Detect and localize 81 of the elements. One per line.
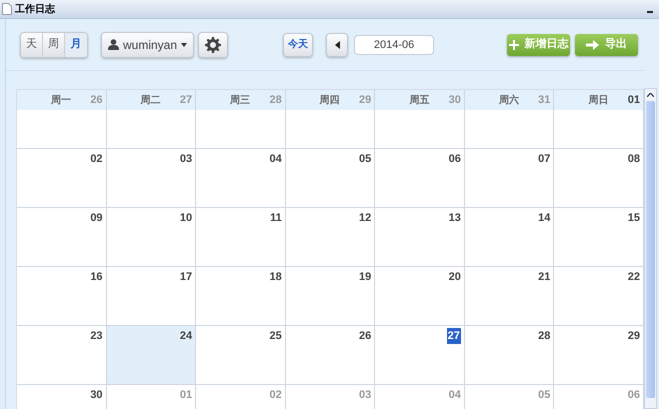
day-number: 12 — [359, 210, 372, 226]
weekday-label: 周六 — [498, 93, 519, 108]
day-cell[interactable]: 05 — [286, 149, 376, 207]
scrollbar-thumb[interactable] — [646, 101, 655, 398]
day-number: 15 — [628, 210, 640, 226]
day-number: 26 — [90, 92, 103, 108]
day-number: 01 — [628, 92, 640, 108]
settings-button[interactable] — [198, 32, 228, 58]
day-cell[interactable]: 周四 29 — [286, 90, 376, 148]
day-cell[interactable]: 12 — [286, 208, 376, 266]
weekday-label: 周日 — [588, 94, 608, 108]
day-number: 04 — [448, 388, 461, 403]
day-number: 27 — [180, 92, 192, 108]
day-cell[interactable]: 10 — [106, 208, 196, 266]
day-cell[interactable]: 26 — [286, 326, 376, 384]
day-cell[interactable]: 19 — [286, 267, 376, 325]
view-tab[interactable]: 月 — [65, 32, 87, 56]
day-number: 14 — [538, 210, 550, 226]
window-title: 工作日志 — [15, 2, 55, 16]
day-number: 29 — [359, 92, 372, 108]
day-number: 22 — [628, 270, 640, 285]
day-number: 08 — [628, 152, 640, 167]
day-number: 31 — [538, 92, 550, 108]
arrow-right-icon — [586, 40, 599, 50]
document-icon — [2, 3, 12, 15]
scrollbar[interactable] — [644, 88, 657, 409]
weekday-label: 周一 — [51, 94, 71, 108]
plus-icon — [508, 40, 518, 50]
weekday-label: 周四 — [320, 94, 340, 108]
day-number: 25 — [269, 328, 282, 344]
settings-icon — [205, 36, 222, 52]
previous-button[interactable] — [326, 32, 348, 56]
day-number: 02 — [90, 152, 103, 167]
date-field[interactable]: 2014-06 — [354, 34, 434, 54]
today-button[interactable]: 今天 — [283, 32, 314, 56]
day-number: 10 — [180, 210, 192, 226]
user-icon — [108, 39, 119, 50]
day-number: 27 — [446, 328, 461, 344]
day-cell[interactable]: 周日 01 — [554, 90, 644, 148]
day-number: 29 — [628, 328, 640, 344]
day-number: 04 — [269, 152, 282, 167]
day-number: 05 — [359, 152, 372, 167]
caret-icon — [181, 42, 188, 46]
day-number: 03 — [359, 388, 372, 403]
day-number: 11 — [270, 210, 282, 226]
day-number: 16 — [90, 270, 103, 285]
day-cell[interactable]: 17 — [106, 267, 196, 325]
day-cell[interactable]: 周二 27 — [106, 90, 196, 148]
day-number: 18 — [269, 270, 282, 285]
day-number: 17 — [180, 270, 192, 285]
day-number: 30 — [448, 92, 461, 108]
day-number: 01 — [180, 388, 192, 403]
day-number: 09 — [90, 210, 103, 226]
day-number: 19 — [359, 270, 372, 285]
view-tab[interactable]: 天 — [21, 32, 43, 56]
day-number: 03 — [180, 152, 192, 167]
weekday-label: 周二 — [140, 94, 161, 108]
day-number: 24 — [180, 328, 192, 344]
day-number: 02 — [269, 388, 282, 403]
weekday-label: 周三 — [230, 94, 250, 108]
weekday-label: 周五 — [409, 94, 430, 108]
day-cell[interactable]: 03 — [106, 149, 196, 207]
day-number: 30 — [90, 388, 103, 403]
day-number: 26 — [359, 328, 372, 344]
caret-left-icon — [334, 40, 340, 48]
day-number: 21 — [538, 270, 550, 285]
day-cell[interactable]: 周五 30 — [375, 90, 465, 148]
day-number: 20 — [448, 270, 461, 285]
day-number: 28 — [538, 328, 550, 344]
day-cell[interactable]: 周六 31 — [464, 90, 554, 148]
user-menu-button[interactable]: wuminyan — [101, 32, 194, 58]
day-number: 23 — [90, 328, 103, 344]
day-number: 07 — [538, 152, 550, 167]
day-number: 06 — [448, 152, 461, 167]
day-number: 28 — [269, 92, 282, 108]
day-number: 06 — [628, 388, 640, 403]
day-cell[interactable]: 周一 26 — [17, 90, 107, 148]
day-number: 13 — [448, 210, 461, 226]
day-cell[interactable]: 24 — [106, 326, 196, 384]
day-number: 05 — [538, 388, 550, 403]
day-cell[interactable]: 周三 28 — [196, 90, 286, 148]
